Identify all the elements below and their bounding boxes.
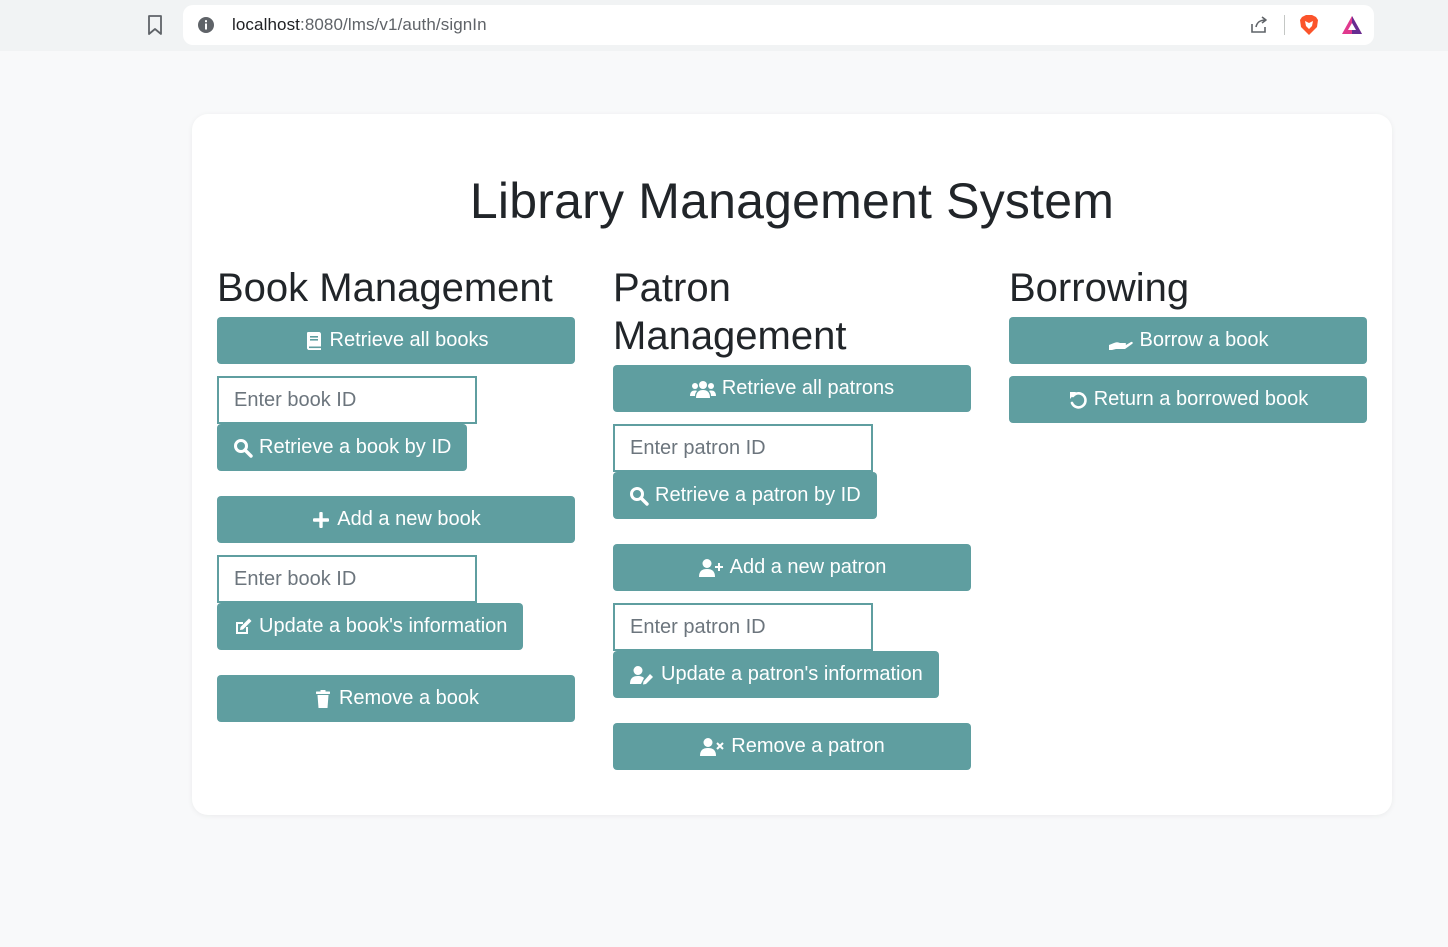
trash-icon [315,689,330,708]
book-management-heading: Book Management [217,266,553,310]
update-patron-id-input[interactable] [613,603,873,651]
add-book-label: Add a new book [337,508,481,530]
update-patron-label: Update a patron's information [661,663,923,685]
user-plus-icon [698,558,723,577]
update-book-button[interactable]: Update a book's information [217,603,524,650]
users-icon [689,380,716,398]
share-icon[interactable] [1249,15,1269,35]
borrow-book-label: Borrow a book [1139,329,1269,351]
main-card: Library Management System Book Managemen… [192,114,1392,815]
search-icon [234,438,253,458]
edit-icon [236,618,252,634]
add-patron-button[interactable]: Add a new patron [613,544,971,591]
retrieve-all-books-button[interactable]: Retrieve all books [217,317,575,364]
toolbar-divider [1284,15,1285,35]
borrowing-section: Borrowing Borrow a book Return a borrowe… [1009,264,1367,435]
user-edit-icon [630,665,653,684]
browser-toolbar: localhost:8080/lms/v1/auth/signIn [0,0,1448,51]
retrieve-patron-by-id-button[interactable]: Retrieve a patron by ID [613,472,877,519]
retrieve-all-patrons-button[interactable]: Retrieve all patrons [613,365,971,412]
book-icon [306,331,321,350]
borrow-book-button[interactable]: Borrow a book [1009,317,1367,364]
remove-patron-button[interactable]: Remove a patron [613,723,971,770]
remove-book-button[interactable]: Remove a book [217,675,575,722]
hand-holding-icon [1108,341,1133,350]
page-title: Library Management System [469,173,1115,229]
remove-book-label: Remove a book [338,687,480,709]
update-book-id-input[interactable] [217,555,477,603]
undo-icon [1069,391,1087,409]
patron-management-heading: Patron Management [613,266,847,358]
brave-shields-icon[interactable] [1297,13,1321,37]
return-book-button[interactable]: Return a borrowed book [1009,376,1367,423]
return-book-label: Return a borrowed book [1093,388,1309,410]
remove-patron-label: Remove a patron [731,735,885,757]
retrieve-book-group: Retrieve a book by ID [217,376,575,471]
patron-management-section: Patron Management Retrieve all patrons R… [613,264,971,782]
book-id-input[interactable] [217,376,477,424]
bookmark-icon[interactable] [146,14,164,36]
patron-id-input[interactable] [613,424,873,472]
add-book-button[interactable]: Add a new book [217,496,575,543]
update-patron-group: Update a patron's information [613,603,971,698]
url-text[interactable]: localhost:8080/lms/v1/auth/signIn [232,15,487,35]
retrieve-patron-group: Retrieve a patron by ID [613,424,971,519]
site-info-icon[interactable] [197,16,215,34]
url-host: localhost [232,15,300,34]
retrieve-patron-by-id-label: Retrieve a patron by ID [655,484,861,506]
retrieve-all-patrons-label: Retrieve all patrons [721,377,895,399]
retrieve-book-by-id-button[interactable]: Retrieve a book by ID [217,424,468,471]
retrieve-all-books-label: Retrieve all books [329,329,489,351]
update-patron-button[interactable]: Update a patron's information [613,651,939,698]
book-management-section: Book Management Retrieve all books Retri… [217,264,575,734]
search-icon [630,486,649,506]
user-remove-icon [700,737,724,756]
retrieve-book-by-id-label: Retrieve a book by ID [259,436,452,458]
brave-rewards-icon[interactable] [1341,15,1363,35]
borrowing-heading: Borrowing [1009,266,1190,310]
plus-icon [313,511,330,528]
address-bar[interactable]: localhost:8080/lms/v1/auth/signIn [183,5,1374,45]
update-book-label: Update a book's information [259,615,508,637]
update-book-group: Update a book's information [217,555,575,650]
add-patron-label: Add a new patron [729,556,887,578]
url-path: :8080/lms/v1/auth/signIn [300,15,487,34]
